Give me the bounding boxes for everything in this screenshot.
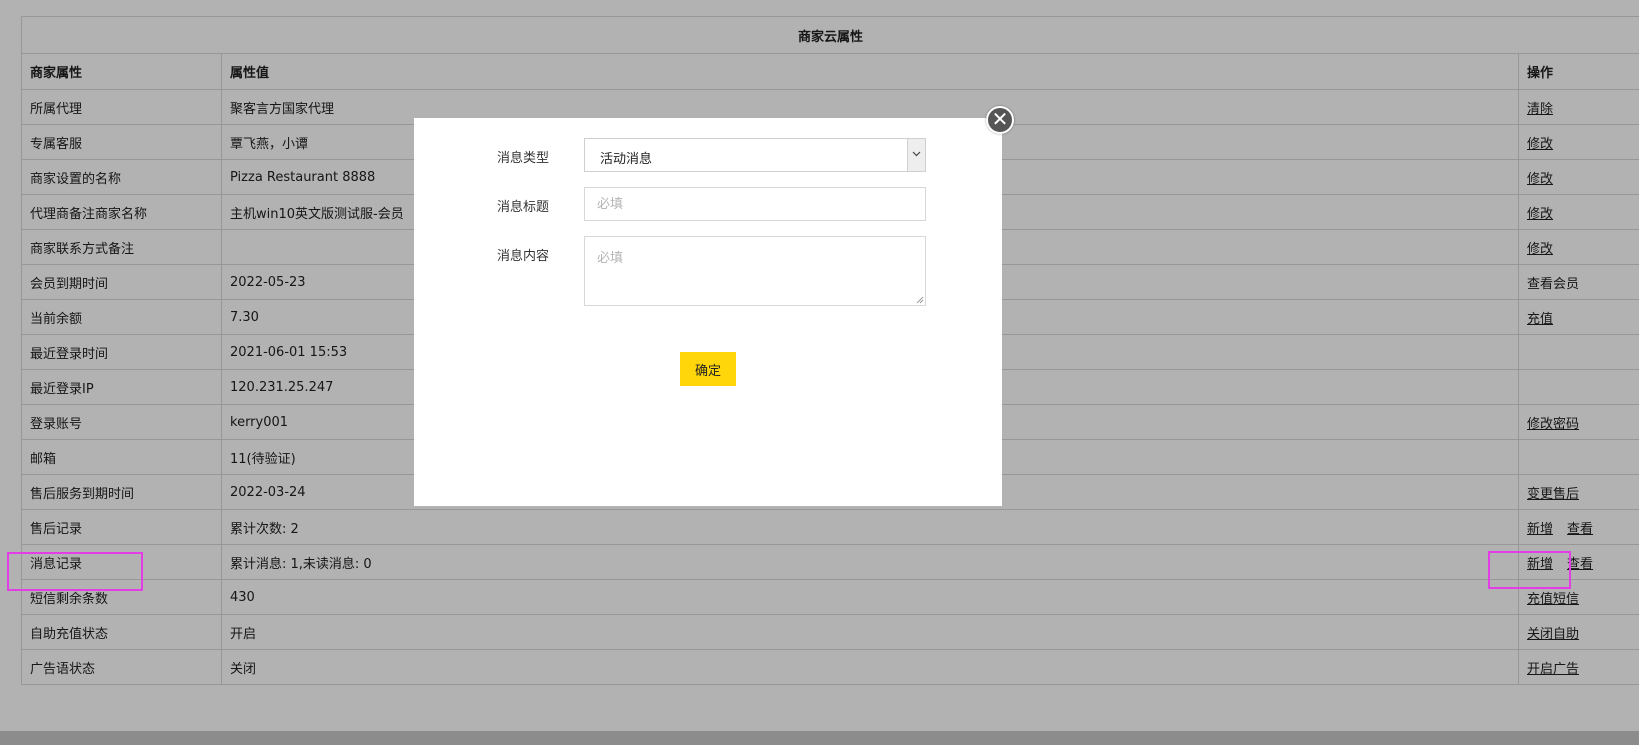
highlight-box-message-record-label bbox=[7, 552, 143, 591]
message-type-selected-value: 活动消息 bbox=[600, 152, 653, 167]
message-type-select[interactable]: 活动消息 bbox=[584, 138, 926, 172]
chevron-down-icon[interactable] bbox=[907, 139, 925, 171]
confirm-button[interactable]: 确定 bbox=[680, 352, 736, 386]
message-content-textarea[interactable] bbox=[584, 236, 926, 306]
close-icon[interactable]: ✕ bbox=[986, 106, 1014, 134]
add-message-dialog: 消息类型 活动消息 消息标题 消息内容 确定 bbox=[414, 118, 1002, 506]
resize-grip-icon[interactable] bbox=[916, 296, 924, 304]
message-type-label: 消息类型 bbox=[497, 151, 550, 166]
message-title-label: 消息标题 bbox=[497, 200, 550, 215]
message-content-label: 消息内容 bbox=[497, 249, 550, 264]
message-title-input[interactable] bbox=[584, 187, 926, 221]
highlight-box-add-message-link bbox=[1488, 551, 1571, 589]
